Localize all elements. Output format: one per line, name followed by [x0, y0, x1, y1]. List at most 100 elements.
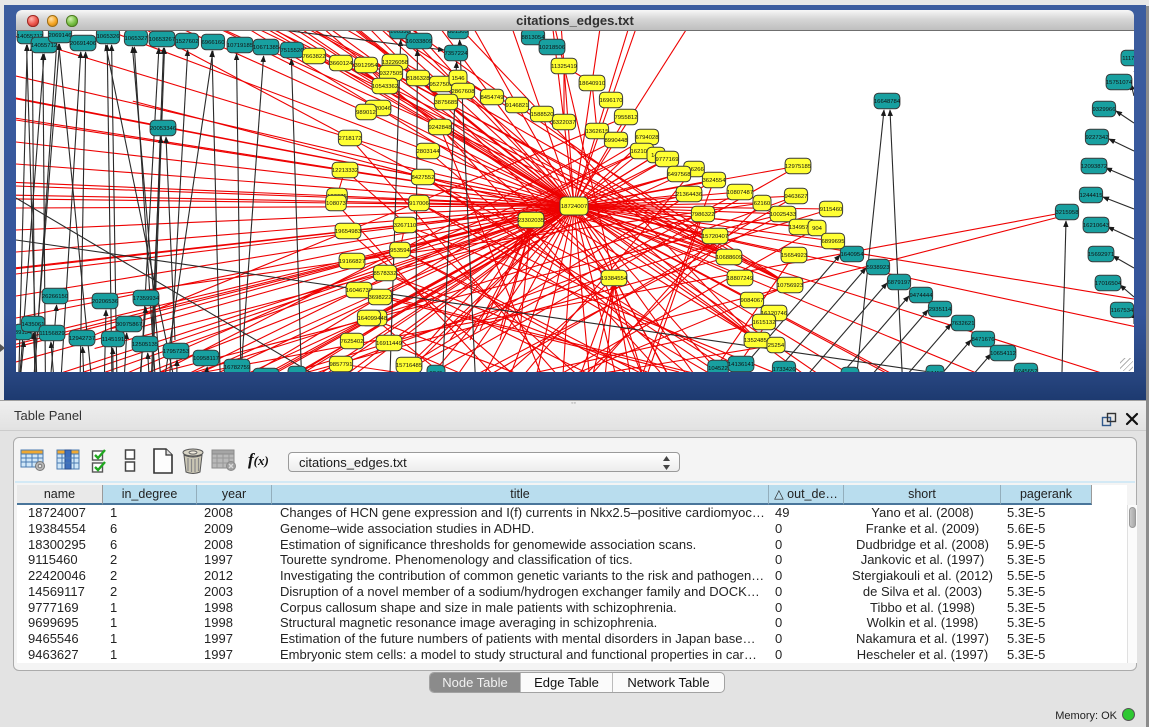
svg-text:9474444: 9474444	[910, 293, 934, 299]
svg-text:1640994: 1640994	[358, 316, 382, 322]
svg-text:21364436: 21364436	[676, 192, 703, 198]
svg-text:3624554: 3624554	[703, 178, 727, 184]
svg-text:1615132: 1615132	[753, 320, 776, 326]
svg-text:9777169: 9777169	[656, 157, 679, 163]
svg-text:9242848: 9242848	[429, 125, 453, 131]
svg-text:7632621: 7632621	[952, 321, 975, 327]
svg-text:881305: 881305	[448, 31, 468, 35]
svg-text:1065326: 1065326	[97, 34, 121, 40]
svg-text:1145191: 1145191	[102, 337, 125, 343]
svg-text:15751074: 15751074	[1106, 80, 1133, 86]
svg-text:6879197: 6879197	[888, 280, 911, 286]
svg-text:108073: 108073	[326, 201, 346, 207]
svg-text:7357224: 7357224	[445, 51, 469, 57]
svg-text:8454749: 8454749	[481, 95, 504, 101]
svg-text:25254: 25254	[768, 343, 785, 349]
svg-text:17957253: 17957253	[163, 349, 190, 355]
svg-text:16033809: 16033809	[406, 39, 432, 45]
svg-text:9245652: 9245652	[1015, 369, 1038, 372]
svg-text:104522: 104522	[708, 366, 728, 372]
svg-text:10025433: 10025433	[770, 212, 797, 218]
svg-text:10218506: 10218506	[539, 45, 566, 51]
svg-text:7625402: 7625402	[341, 339, 364, 345]
svg-text:7955812: 7955812	[615, 115, 638, 121]
svg-text:9463627: 9463627	[785, 194, 808, 200]
svg-text:3660124: 3660124	[330, 61, 354, 67]
svg-text:10671385: 10671385	[253, 45, 280, 51]
svg-text:16782759: 16782759	[224, 365, 250, 371]
svg-text:9227342: 9227342	[1086, 135, 1109, 141]
svg-text:3912954: 3912954	[355, 63, 379, 69]
svg-text:10688609: 10688609	[716, 255, 742, 261]
svg-text:10958117: 10958117	[193, 356, 219, 362]
svg-text:18724007: 18724007	[561, 204, 587, 210]
svg-text:3215958: 3215958	[1056, 210, 1080, 216]
svg-text:26266150: 26266150	[42, 294, 69, 300]
svg-text:18640910: 18640910	[579, 81, 606, 87]
svg-text:989012: 989012	[356, 110, 376, 116]
svg-text:1065327: 1065327	[125, 36, 148, 42]
svg-text:16648784: 16648784	[874, 99, 901, 105]
svg-text:10756923: 10756923	[777, 283, 804, 289]
svg-text:17359934: 17359934	[133, 296, 160, 302]
svg-text:20691406: 20691406	[70, 41, 97, 47]
svg-text:2935114: 2935114	[929, 307, 952, 313]
svg-text:3267110: 3267110	[394, 223, 417, 229]
svg-text:917006: 917006	[409, 201, 429, 207]
svg-text:10654112: 10654112	[990, 351, 1016, 357]
svg-text:7515526: 7515526	[281, 48, 305, 54]
svg-text:10807487: 10807487	[727, 190, 753, 196]
svg-text:11156829: 11156829	[39, 331, 64, 337]
svg-text:1640954: 1640954	[841, 252, 865, 258]
svg-text:12942737: 12942737	[69, 336, 95, 342]
svg-text:9329966: 9329966	[1093, 107, 1117, 113]
svg-text:1546: 1546	[451, 76, 465, 82]
svg-text:1696170: 1696170	[600, 98, 624, 104]
svg-text:13524851: 13524851	[744, 338, 770, 344]
svg-text:10719185: 10719185	[227, 43, 254, 49]
svg-text:14136141: 14136141	[728, 362, 754, 368]
svg-text:8578332: 8578332	[374, 271, 397, 277]
svg-text:8186328: 8186328	[407, 76, 431, 82]
svg-text:9857791: 9857791	[330, 362, 353, 368]
svg-text:1167534: 1167534	[1111, 308, 1134, 314]
svg-text:17016504: 17016504	[1095, 281, 1122, 287]
svg-text:2069146: 2069146	[49, 33, 73, 39]
svg-text:15720407: 15720407	[702, 234, 728, 240]
svg-text:6966160: 6966160	[202, 40, 226, 46]
svg-text:11174: 11174	[1122, 56, 1134, 62]
svg-text:7986322: 7986322	[692, 212, 715, 218]
svg-text:7663822: 7663822	[303, 54, 326, 60]
svg-text:1588520: 1588520	[531, 112, 555, 118]
svg-text:3698222: 3698222	[369, 295, 392, 301]
svg-text:9245: 9245	[429, 371, 443, 372]
svg-text:16911449: 16911449	[376, 341, 402, 347]
svg-text:14055712: 14055712	[31, 43, 57, 49]
svg-text:9115460: 9115460	[820, 207, 843, 213]
svg-text:12213332: 12213332	[332, 168, 358, 174]
svg-text:1733426: 1733426	[773, 367, 797, 372]
svg-text:19166827: 19166827	[339, 259, 365, 265]
svg-text:97450: 97450	[927, 371, 944, 372]
svg-text:9146821: 9146821	[506, 103, 529, 109]
svg-text:12505135: 12505135	[132, 342, 159, 348]
svg-text:19384554: 19384554	[601, 276, 628, 282]
svg-text:15692971: 15692971	[1088, 252, 1114, 258]
svg-text:904: 904	[812, 226, 823, 232]
svg-text:12975185: 12975185	[785, 164, 812, 170]
svg-text:20206536: 20206536	[92, 299, 119, 305]
svg-text:2803144: 2803144	[417, 149, 441, 155]
svg-text:15654923: 15654923	[781, 253, 808, 259]
svg-text:9084067: 9084067	[741, 298, 764, 304]
svg-text:8427552: 8427552	[412, 175, 435, 181]
svg-text:23302035: 23302035	[518, 218, 545, 224]
svg-text:30975867: 30975867	[116, 322, 142, 328]
svg-text:20053346: 20053346	[150, 126, 177, 132]
svg-text:62160: 62160	[754, 201, 771, 207]
svg-text:8990448: 8990448	[605, 138, 629, 144]
svg-text:6899695: 6899695	[822, 239, 846, 245]
svg-text:10653267: 10653267	[149, 37, 175, 43]
svg-text:11325419: 11325419	[551, 64, 577, 70]
svg-text:6322037: 6322037	[553, 120, 576, 126]
svg-text:16210643: 16210643	[1083, 223, 1110, 229]
